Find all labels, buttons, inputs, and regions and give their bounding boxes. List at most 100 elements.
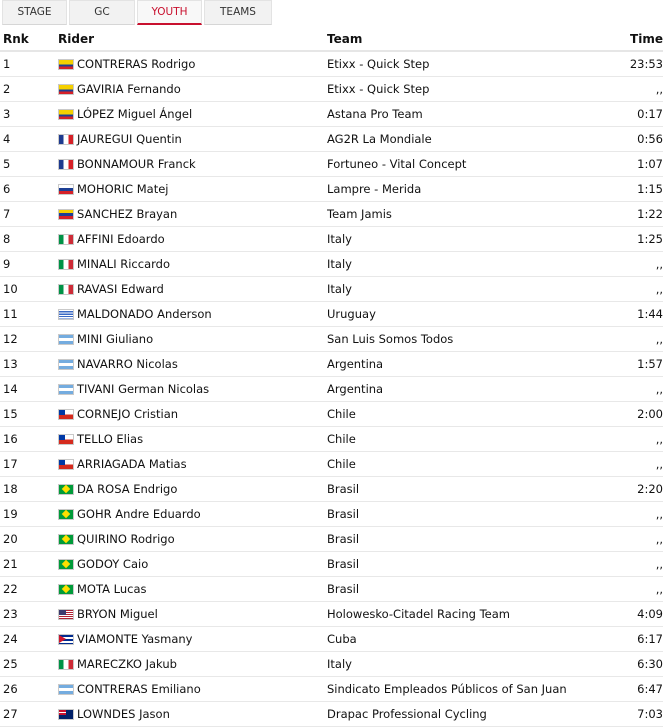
time-cell: 6:17	[605, 626, 663, 652]
table-row: 19 GOHR Andre Eduardo Brasil,,	[0, 501, 663, 527]
team-cell: AG2R La Mondiale	[327, 126, 605, 152]
team-link[interactable]: AG2R La Mondiale	[327, 132, 432, 146]
team-link[interactable]: Sindicato Empleados Públicos of San Juan	[327, 682, 567, 696]
team-link[interactable]: Argentina	[327, 357, 383, 371]
tab-youth[interactable]: YOUTH	[137, 0, 202, 25]
rank-cell: 15	[0, 401, 58, 427]
table-row: 7 SANCHEZ Brayan Team Jamis 1:22	[0, 201, 663, 227]
rider-link[interactable]: MINI Giuliano	[77, 332, 153, 346]
rank-cell: 24	[0, 626, 58, 652]
team-link[interactable]: Italy	[327, 257, 352, 271]
table-row: 1 CONTRERAS Rodrigo Etixx - Quick Step 23:5…	[0, 51, 663, 77]
team-link[interactable]: Brasil	[327, 557, 359, 571]
team-link[interactable]: Chile	[327, 407, 356, 421]
venezuela-flag-icon	[58, 208, 74, 220]
rider-link[interactable]: JAUREGUI Quentin	[77, 132, 182, 146]
table-row: 24 VIAMONTE Yasmany Cuba 6:17	[0, 626, 663, 652]
rider-cell: VIAMONTE Yasmany	[58, 626, 327, 652]
team-link[interactable]: Brasil	[327, 532, 359, 546]
rider-link[interactable]: TIVANI German Nicolas	[77, 382, 209, 396]
team-link[interactable]: Etixx - Quick Step	[327, 82, 429, 96]
rider-link[interactable]: ARRIAGADA Matias	[77, 457, 187, 471]
rider-link[interactable]: NAVARRO Nicolas	[77, 357, 178, 371]
rider-link[interactable]: LOWNDES Jason	[77, 707, 170, 721]
team-link[interactable]: Lampre - Merida	[327, 182, 421, 196]
team-link[interactable]: San Luis Somos Todos	[327, 332, 453, 346]
time-cell: 1:15	[605, 176, 663, 202]
rider-cell: MOHORIC Matej	[58, 176, 327, 202]
rider-link[interactable]: RAVASI Edward	[77, 282, 164, 296]
rank-cell: 6	[0, 176, 58, 202]
tab-teams[interactable]: TEAMS	[204, 0, 272, 25]
team-link[interactable]: Italy	[327, 282, 352, 296]
time-cell: ,,	[605, 526, 663, 552]
rank-cell: 25	[0, 651, 58, 677]
team-cell: Etixx - Quick Step	[327, 76, 605, 102]
rider-link[interactable]: GOHR Andre Eduardo	[77, 507, 201, 521]
team-link[interactable]: Brasil	[327, 482, 359, 496]
team-link[interactable]: Drapac Professional Cycling	[327, 707, 487, 721]
chile-flag-icon	[58, 433, 74, 445]
table-row: 17 ARRIAGADA Matias Chile,,	[0, 451, 663, 477]
results-table: Rnk Rider Team Time 1 CONTRERAS Rodrigo Et…	[0, 28, 663, 727]
column-header-team: Team	[327, 28, 605, 52]
rider-link[interactable]: MOHORIC Matej	[77, 182, 169, 196]
rider-link[interactable]: LÓPEZ Miguel Ángel	[77, 107, 192, 121]
rider-link[interactable]: DA ROSA Endrigo	[77, 482, 177, 496]
team-cell: Team Jamis	[327, 201, 605, 227]
rider-link[interactable]: AFFINI Edoardo	[77, 232, 165, 246]
rider-link[interactable]: QUIRINO Rodrigo	[77, 532, 175, 546]
rider-link[interactable]: GODOY Caio	[77, 557, 148, 571]
rank-cell: 18	[0, 476, 58, 502]
time-cell: 1:07	[605, 151, 663, 177]
tab-stage[interactable]: STAGE	[2, 0, 67, 25]
rider-link[interactable]: MARECZKO Jakub	[77, 657, 177, 671]
rider-link[interactable]: MOTA Lucas	[77, 582, 146, 596]
rider-link[interactable]: MINALI Riccardo	[77, 257, 170, 271]
team-link[interactable]: Argentina	[327, 382, 383, 396]
team-cell: Brasil	[327, 576, 605, 602]
rider-link[interactable]: CONTRERAS Emiliano	[77, 682, 201, 696]
brazil-flag-icon	[58, 558, 74, 570]
team-link[interactable]: Astana Pro Team	[327, 107, 423, 121]
team-cell: Italy	[327, 251, 605, 277]
rider-link[interactable]: MALDONADO Anderson	[77, 307, 212, 321]
time-cell: ,,	[605, 451, 663, 477]
team-link[interactable]: Brasil	[327, 507, 359, 521]
team-link[interactable]: Italy	[327, 657, 352, 671]
rider-link[interactable]: CONTRERAS Rodrigo	[77, 57, 195, 71]
rank-cell: 21	[0, 551, 58, 577]
team-link[interactable]: Chile	[327, 432, 356, 446]
rank-cell: 22	[0, 576, 58, 602]
time-cell: 1:57	[605, 351, 663, 377]
rank-cell: 3	[0, 101, 58, 127]
team-link[interactable]: Uruguay	[327, 307, 376, 321]
table-row: 23 BRYON Miguel Holowesko-Citadel Racing T…	[0, 601, 663, 627]
column-header-rider: Rider	[58, 28, 327, 52]
rider-link[interactable]: TELLO Elias	[77, 432, 143, 446]
argentina-flag-icon	[58, 683, 74, 695]
italy-flag-icon	[58, 233, 74, 245]
team-link[interactable]: Chile	[327, 457, 356, 471]
rank-cell: 27	[0, 701, 58, 727]
team-link[interactable]: Italy	[327, 232, 352, 246]
table-row: 26 CONTRERAS Emiliano Sindicato Empleados …	[0, 676, 663, 702]
team-cell: Argentina	[327, 376, 605, 402]
argentina-flag-icon	[58, 358, 74, 370]
cuba-flag-icon	[58, 633, 74, 645]
team-link[interactable]: Holowesko-Citadel Racing Team	[327, 607, 510, 621]
team-link[interactable]: Brasil	[327, 582, 359, 596]
rider-link[interactable]: VIAMONTE Yasmany	[77, 632, 192, 646]
time-cell: 0:17	[605, 101, 663, 127]
team-link[interactable]: Team Jamis	[327, 207, 392, 221]
team-link[interactable]: Fortuneo - Vital Concept	[327, 157, 466, 171]
team-link[interactable]: Etixx - Quick Step	[327, 57, 429, 71]
rider-link[interactable]: CORNEJO Cristian	[77, 407, 178, 421]
rider-link[interactable]: BRYON Miguel	[77, 607, 158, 621]
team-link[interactable]: Cuba	[327, 632, 357, 646]
rider-link[interactable]: SANCHEZ Brayan	[77, 207, 177, 221]
rider-link[interactable]: GAVIRIA Fernando	[77, 82, 181, 96]
tab-gc[interactable]: GC	[69, 0, 135, 25]
rider-link[interactable]: BONNAMOUR Franck	[77, 157, 196, 171]
time-cell: ,,	[605, 576, 663, 602]
